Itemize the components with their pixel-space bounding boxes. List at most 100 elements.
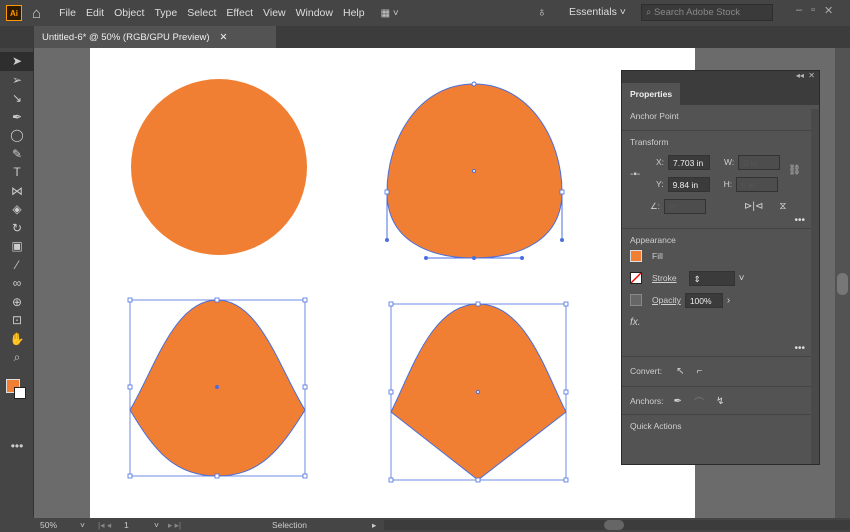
selection-handle[interactable] (475, 301, 481, 307)
rotate-icon[interactable]: ↻ (0, 219, 34, 238)
zoom-dropdown-icon[interactable]: ˅ (80, 520, 98, 530)
pointed-shape[interactable] (390, 303, 567, 481)
angle-field[interactable]: 0° (663, 198, 706, 214)
direct-selection-icon[interactable]: ➢ (0, 71, 34, 90)
zoom-field[interactable]: 50% (40, 520, 80, 530)
first-prev-artboard-icon[interactable]: |◂ ◂ (98, 520, 124, 531)
selection-handle[interactable] (475, 477, 481, 483)
document-tab[interactable]: Untitled-6* @ 50% (RGB/GPU Preview) ✕ (34, 26, 276, 48)
circle-shape[interactable] (131, 79, 307, 255)
status-menu-icon[interactable]: ▸ (372, 520, 376, 531)
search-input[interactable]: ⌕ Search Adobe Stock (641, 4, 773, 21)
reference-point-icon[interactable]: -▪- (630, 169, 640, 180)
menu-file[interactable]: File (59, 7, 76, 19)
connect-anchors-icon[interactable]: ↯ (716, 396, 724, 407)
zoom-icon[interactable]: ⌕ (0, 348, 34, 367)
pen-icon[interactable]: ✒ (0, 108, 34, 127)
artboard-dropdown-icon[interactable]: ˅ (154, 520, 168, 530)
eyedropper-icon[interactable]: ⁄ (0, 256, 34, 275)
opacity-label[interactable]: Opacity (652, 295, 681, 305)
flip-horizontal-icon[interactable]: ⊳|⊲ (744, 201, 763, 212)
menu-effect[interactable]: Effect (226, 7, 253, 19)
workspace-dropdown[interactable]: Essentials ˅ (569, 6, 626, 18)
maximize-icon[interactable]: ▫ (811, 4, 815, 17)
menu-edit[interactable]: Edit (86, 7, 104, 19)
menu-window[interactable]: Window (296, 7, 333, 19)
more-tools-icon[interactable]: ••• (0, 437, 34, 456)
convert-smooth-icon[interactable]: ⌐ (697, 366, 703, 377)
close-icon[interactable]: ✕ (824, 4, 833, 17)
selection-handle[interactable] (388, 301, 394, 307)
selection-handle[interactable] (214, 297, 220, 303)
fill-stroke-swatches[interactable] (6, 378, 26, 399)
menu-select[interactable]: Select (187, 7, 216, 19)
h-label: H: (723, 179, 733, 189)
selection-handle[interactable] (127, 297, 133, 303)
tab-properties[interactable]: Properties (622, 83, 681, 105)
scrollbar-thumb[interactable] (604, 520, 625, 530)
stroke-dropdown-icon[interactable]: ˅ (739, 273, 745, 284)
selection-handle[interactable] (302, 297, 308, 303)
workspace-switcher-icon[interactable]: ▦ ˅ (381, 8, 399, 19)
artboard-icon[interactable]: ⊡ (0, 311, 34, 330)
more-options-icon[interactable]: ••• (794, 215, 805, 226)
selection-handle[interactable] (302, 473, 308, 479)
rounded-blob-shape[interactable] (385, 81, 564, 260)
paintbrush-icon[interactable]: ✎ (0, 145, 34, 164)
menu-object[interactable]: Object (114, 7, 144, 19)
selection-handle[interactable] (388, 477, 394, 483)
selection-handle[interactable] (563, 477, 569, 483)
constrain-proportions-icon[interactable]: ⛓ (788, 165, 801, 176)
selection-handle[interactable] (127, 384, 133, 390)
selection-handle[interactable] (127, 473, 133, 479)
opacity-arrow-icon[interactable]: › (727, 295, 730, 306)
stroke-swatch[interactable] (630, 272, 642, 284)
next-last-artboard-icon[interactable]: ▸ ▸| (168, 520, 272, 531)
selection-handle[interactable] (559, 189, 565, 195)
width-icon[interactable]: ⋈ (0, 182, 34, 201)
curvature-icon[interactable]: ↘ (0, 89, 34, 108)
stroke-weight-field[interactable]: ⇕ (688, 270, 735, 286)
blend-icon[interactable]: ∞ (0, 274, 34, 293)
opacity-field[interactable]: 100% (684, 292, 723, 308)
close-tab-icon[interactable]: ✕ (220, 32, 228, 43)
vertical-scrollbar[interactable] (835, 48, 850, 518)
fill-swatch[interactable] (630, 250, 642, 262)
selection-handle[interactable] (563, 301, 569, 307)
shape-builder-icon[interactable]: ⊕ (0, 293, 34, 312)
scrollbar-thumb[interactable] (837, 273, 848, 295)
lightbulb-icon[interactable]: ♁ (537, 4, 547, 19)
menu-view[interactable]: View (263, 7, 286, 19)
ellipse-icon[interactable]: ◯ (0, 126, 34, 145)
selection-icon[interactable]: ➤ (0, 52, 34, 71)
effects-button[interactable]: fx. (630, 317, 641, 328)
type-icon[interactable]: T (0, 163, 34, 182)
remove-anchor-icon[interactable]: ✒ (674, 396, 682, 407)
horizontal-scrollbar[interactable] (384, 520, 850, 530)
home-icon[interactable]: ⌂ (32, 5, 41, 22)
minimize-icon[interactable]: – (796, 4, 802, 17)
w-label: W: (724, 157, 735, 167)
convert-corner-icon[interactable]: ↖ (676, 366, 684, 377)
selection-handle[interactable] (388, 389, 394, 395)
selection-handle[interactable] (563, 389, 569, 395)
w-field[interactable]: 0 in (738, 154, 781, 170)
artboard-field[interactable]: 1 (124, 520, 154, 530)
h-field[interactable]: 0 in (736, 176, 779, 192)
selection-handle[interactable] (302, 384, 308, 390)
eraser-icon[interactable]: ◈ (0, 200, 34, 219)
selection-handle[interactable] (384, 189, 390, 195)
flip-vertical-icon[interactable]: ⧖ (779, 201, 786, 212)
panel-scrollbar[interactable] (811, 109, 819, 464)
gradient-icon[interactable]: ▣ (0, 237, 34, 256)
menu-help[interactable]: Help (343, 7, 365, 19)
x-field[interactable]: 7.703 in (668, 154, 711, 170)
more-options-icon[interactable]: ••• (794, 343, 805, 354)
hand-icon[interactable]: ✋ (0, 330, 34, 349)
selection-handle[interactable] (214, 473, 220, 479)
stroke-label[interactable]: Stroke (652, 273, 677, 283)
teardrop-shape[interactable] (129, 299, 306, 477)
panel-collapse-close-icons[interactable]: ◂◂ ✕ (622, 71, 819, 83)
menu-type[interactable]: Type (154, 7, 177, 19)
y-field[interactable]: 9.84 in (667, 176, 710, 192)
